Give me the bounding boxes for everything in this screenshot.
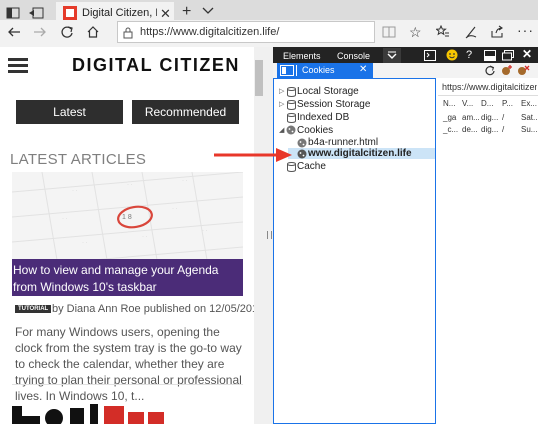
table-cell[interactable]: dig... xyxy=(481,125,498,134)
new-tab-icon[interactable]: + xyxy=(182,3,191,21)
expand-session-storage-icon[interactable]: ▷ xyxy=(279,100,284,108)
refresh-icon[interactable] xyxy=(60,25,74,39)
cookie-icon xyxy=(297,138,307,148)
refresh-storage-icon[interactable] xyxy=(484,65,495,76)
collapse-cookies-icon[interactable]: ◢ xyxy=(279,126,284,134)
tab-elements[interactable]: Elements xyxy=(283,51,321,61)
cache-icon xyxy=(287,162,296,172)
column-header[interactable]: P... xyxy=(502,99,513,108)
svg-text:· ·: · · xyxy=(202,228,208,234)
tab-back-icon[interactable] xyxy=(28,7,44,19)
back-icon[interactable] xyxy=(7,26,21,38)
favorites-hub-icon[interactable] xyxy=(436,25,450,39)
tab-title: Digital Citizen, Life in a xyxy=(82,7,157,19)
help-icon[interactable]: ? xyxy=(466,49,472,61)
tree-cookies[interactable]: Cookies xyxy=(297,125,333,137)
svg-text:1 8: 1 8 xyxy=(122,214,132,221)
database-icon xyxy=(287,113,296,123)
table-cell[interactable]: _ga xyxy=(443,113,456,122)
site-logo[interactable]: DIGITAL CITIZEN xyxy=(72,55,240,76)
page-scrollbar[interactable] xyxy=(254,47,264,424)
url-text: https://www.digitalcitizen.life/ xyxy=(140,26,280,38)
cookie-icon xyxy=(286,125,296,135)
table-divider xyxy=(438,95,538,96)
article-title[interactable]: How to view and manage your Agenda from … xyxy=(13,262,241,296)
next-article-logo-icon[interactable] xyxy=(12,400,172,424)
column-header[interactable]: V... xyxy=(462,99,473,108)
tree-local-storage[interactable]: Local Storage xyxy=(297,86,359,98)
more-options-icon[interactable]: ··· xyxy=(517,22,534,38)
notes-pen-icon[interactable] xyxy=(464,25,478,39)
red-arrow-annotation xyxy=(214,147,294,163)
tutorial-badge[interactable]: TUTORIAL xyxy=(15,305,52,313)
add-cookie-icon[interactable] xyxy=(501,64,514,76)
cookie-icon xyxy=(297,149,307,159)
recommended-button[interactable]: Recommended xyxy=(132,100,239,124)
tab-favicon-icon xyxy=(63,6,77,20)
table-cell[interactable]: dig... xyxy=(481,113,498,122)
scrollbar-thumb[interactable] xyxy=(255,60,263,96)
tree-session-storage[interactable]: Session Storage xyxy=(297,99,370,111)
cookie-domain-url: https://www.digitalcitizen.li xyxy=(442,82,537,92)
svg-text:· ·: · · xyxy=(72,188,78,194)
svg-text:· ·: · · xyxy=(172,206,178,212)
latest-button[interactable]: Latest xyxy=(16,100,123,124)
database-icon xyxy=(287,87,296,97)
expand-local-storage-icon[interactable]: ▷ xyxy=(279,87,284,95)
storage-icon xyxy=(280,65,294,76)
table-cell[interactable]: de... xyxy=(462,125,478,134)
table-cell[interactable]: am... xyxy=(462,113,480,122)
reading-view-icon[interactable] xyxy=(382,26,396,38)
favorite-star-icon[interactable]: ☆ xyxy=(409,24,422,41)
tab-preview-icon[interactable] xyxy=(6,7,20,19)
article-image[interactable]: · · · · · · · · · · · · · · · · 1 8 xyxy=(12,172,243,260)
svg-text:· ·: · · xyxy=(182,178,188,184)
clear-cookies-icon[interactable] xyxy=(517,64,530,76)
database-icon xyxy=(287,100,296,110)
column-header[interactable]: D... xyxy=(481,99,493,108)
console-icon[interactable] xyxy=(424,50,436,61)
close-cookies-tab-icon[interactable]: ✕ xyxy=(359,64,367,75)
undock-icon[interactable] xyxy=(502,50,514,61)
cookies-tab-label: Cookies xyxy=(302,65,335,75)
column-header[interactable]: Ex... xyxy=(521,99,537,108)
table-cell[interactable]: Sat... xyxy=(521,113,538,122)
smiley-feedback-icon[interactable] xyxy=(446,49,458,61)
chevron-down-icon[interactable] xyxy=(202,6,214,16)
table-cell[interactable]: / xyxy=(502,125,504,134)
tab-separator xyxy=(296,65,297,76)
close-devtools-icon[interactable]: ✕ xyxy=(522,47,532,61)
lock-icon xyxy=(123,27,133,39)
column-header[interactable]: N... xyxy=(443,99,455,108)
home-icon[interactable] xyxy=(86,25,100,39)
svg-text:· ·: · · xyxy=(62,216,68,222)
tree-indexed-db[interactable]: Indexed DB xyxy=(297,112,349,124)
tree-cookie-host-digitalcitizen[interactable]: www.digitalcitizen.life xyxy=(308,148,412,160)
table-cell[interactable]: Su... xyxy=(521,125,537,134)
svg-text:· ·: · · xyxy=(82,240,88,246)
svg-text:· ·: · · xyxy=(127,182,133,188)
dock-icon[interactable] xyxy=(484,50,496,61)
article-excerpt: For many Windows users, opening the cloc… xyxy=(15,325,242,403)
forward-icon[interactable] xyxy=(33,26,47,38)
splitter-grip xyxy=(267,231,272,239)
article-byline: by Diana Ann Roe published on 12/05/2019 xyxy=(52,303,265,315)
share-icon[interactable] xyxy=(490,25,504,39)
divider xyxy=(12,384,243,385)
svg-text:· ·: · · xyxy=(142,234,148,240)
hamburger-menu-icon[interactable] xyxy=(8,57,28,73)
tab-console[interactable]: Console xyxy=(337,51,370,61)
table-cell[interactable]: / xyxy=(502,113,504,122)
more-tools-button[interactable] xyxy=(383,48,401,64)
section-heading: LATEST ARTICLES xyxy=(10,151,147,168)
table-cell[interactable]: _c... xyxy=(443,125,458,134)
tree-cache[interactable]: Cache xyxy=(297,161,326,173)
